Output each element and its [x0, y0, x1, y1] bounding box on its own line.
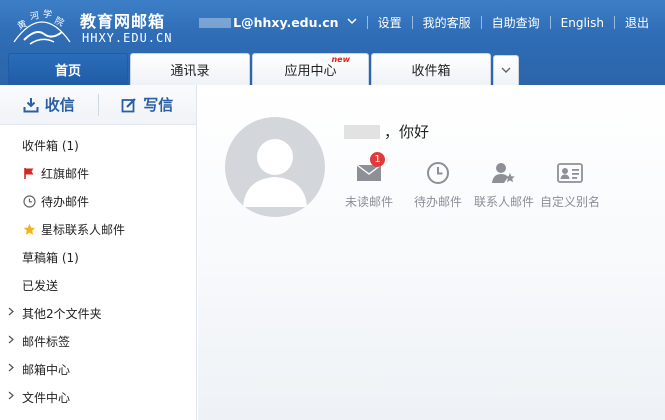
- folder-red-flag[interactable]: 红旗邮件: [0, 159, 196, 187]
- folder-label: 红旗邮件: [41, 166, 90, 181]
- new-badge: new: [331, 55, 350, 64]
- folder-label: 已发送: [22, 278, 59, 293]
- unread-count-badge: 1: [370, 152, 385, 167]
- folder-todo[interactable]: 待办邮件: [0, 187, 196, 215]
- group-label: 其他2个文件夹: [22, 306, 102, 321]
- divider: [411, 16, 413, 29]
- greeting: ，你好: [344, 121, 429, 142]
- tab-app-center-label: 应用中心: [284, 64, 337, 79]
- divider: [549, 16, 551, 29]
- main-tabs: 首页 通讯录 应用中心 new 收件箱: [8, 51, 519, 85]
- compose-button[interactable]: 写信: [99, 94, 197, 115]
- redacted-name: [344, 124, 380, 139]
- chevron-down-icon: [501, 67, 511, 73]
- download-icon: [23, 97, 39, 112]
- tab-home[interactable]: 首页: [8, 53, 128, 85]
- chevron-right-icon: [8, 391, 22, 403]
- site-domain: HHXY.EDU.CN: [82, 31, 173, 45]
- chevron-right-icon: [8, 363, 22, 375]
- settings-link[interactable]: 设置: [378, 14, 402, 31]
- university-seal-logo: 黄 河 学 院: [13, 8, 71, 45]
- id-card-icon: [557, 163, 583, 183]
- clock-icon: [427, 162, 449, 184]
- folder-label: 星标联系人邮件: [41, 222, 126, 237]
- contact-star-icon: [492, 163, 515, 183]
- clock-icon: [22, 194, 36, 208]
- folder-drafts[interactable]: 草稿箱 (1): [0, 243, 196, 271]
- group-mail-tags[interactable]: 邮件标签: [0, 327, 196, 355]
- site-title: 教育网邮箱: [80, 12, 166, 31]
- edit-icon: [121, 97, 137, 112]
- chevron-down-icon: [347, 17, 357, 28]
- quick-custom-alias[interactable]: 自定义别名: [538, 159, 602, 210]
- group-label: 邮箱中心: [22, 362, 71, 377]
- folder-label: 待办邮件: [41, 194, 90, 209]
- quick-label: 未读邮件: [344, 195, 393, 209]
- divider: [366, 16, 368, 29]
- folder-inbox[interactable]: 收件箱 (1): [0, 131, 196, 159]
- top-links: L@hhxy.edu.cn 设置 我的客服 自助查询 English 退出: [199, 14, 649, 31]
- main-content: ，你好 1 未读邮件 待办邮件 联系人邮件 自定义别名: [198, 85, 665, 420]
- folder-label: 收件箱 (1): [22, 138, 79, 153]
- user-silhouette-icon: [243, 139, 307, 207]
- folder-starred-contacts[interactable]: 星标联系人邮件: [0, 215, 196, 243]
- quick-label: 联系人邮件: [473, 195, 534, 209]
- redacted-username: [199, 17, 232, 28]
- group-other-folders[interactable]: 其他2个文件夹: [0, 299, 196, 327]
- group-label: 文件中心: [22, 390, 71, 405]
- quick-label: 自定义别名: [539, 195, 600, 209]
- english-link[interactable]: English: [561, 16, 604, 30]
- svg-text:黄: 黄: [15, 18, 28, 33]
- greeting-text: ，你好: [384, 123, 430, 141]
- self-service-link[interactable]: 自助查询: [492, 14, 540, 31]
- quick-unread-mail[interactable]: 1 未读邮件: [337, 152, 401, 210]
- compose-label: 写信: [143, 96, 174, 114]
- receive-label: 收信: [44, 96, 75, 114]
- chevron-right-icon: [8, 307, 22, 319]
- quick-contact-mail[interactable]: 联系人邮件: [472, 159, 536, 210]
- group-file-center[interactable]: 文件中心: [0, 383, 196, 411]
- folder-label: 草稿箱 (1): [22, 250, 79, 265]
- svg-text:河: 河: [29, 9, 40, 22]
- user-account-menu[interactable]: L@hhxy.edu.cn: [199, 15, 357, 30]
- divider: [613, 16, 615, 29]
- quick-label: 待办邮件: [413, 195, 462, 209]
- star-icon: [22, 222, 36, 236]
- tab-app-center[interactable]: 应用中心 new: [252, 53, 369, 85]
- user-email: L@hhxy.edu.cn: [233, 15, 339, 30]
- compose-bar: 收信 写信: [0, 85, 196, 125]
- sidebar: 收信 写信 收件箱 (1) 红旗邮件 待办邮件 星标联系人邮件 草稿箱 (1) …: [0, 85, 197, 420]
- tabs-more-button[interactable]: [493, 55, 519, 85]
- folder-sent[interactable]: 已发送: [0, 271, 196, 299]
- divider: [480, 16, 482, 29]
- receive-button[interactable]: 收信: [0, 94, 98, 115]
- group-label: 邮件标签: [22, 334, 71, 349]
- tab-contacts[interactable]: 通讯录: [130, 53, 250, 85]
- header: 黄 河 学 院 教育网邮箱 HHXY.EDU.CN L@hhxy.edu.cn …: [0, 0, 665, 85]
- svg-text:学: 学: [42, 8, 53, 21]
- quick-todo-mail[interactable]: 待办邮件: [406, 159, 470, 210]
- avatar[interactable]: [225, 117, 325, 217]
- chevron-right-icon: [8, 335, 22, 347]
- logout-link[interactable]: 退出: [625, 14, 649, 31]
- customer-service-link[interactable]: 我的客服: [423, 14, 471, 31]
- group-mailbox-center[interactable]: 邮箱中心: [0, 355, 196, 383]
- tab-inbox[interactable]: 收件箱: [371, 53, 491, 85]
- red-flag-icon: [22, 166, 36, 180]
- folder-list: 收件箱 (1) 红旗邮件 待办邮件 星标联系人邮件 草稿箱 (1) 已发送 其他…: [0, 125, 196, 411]
